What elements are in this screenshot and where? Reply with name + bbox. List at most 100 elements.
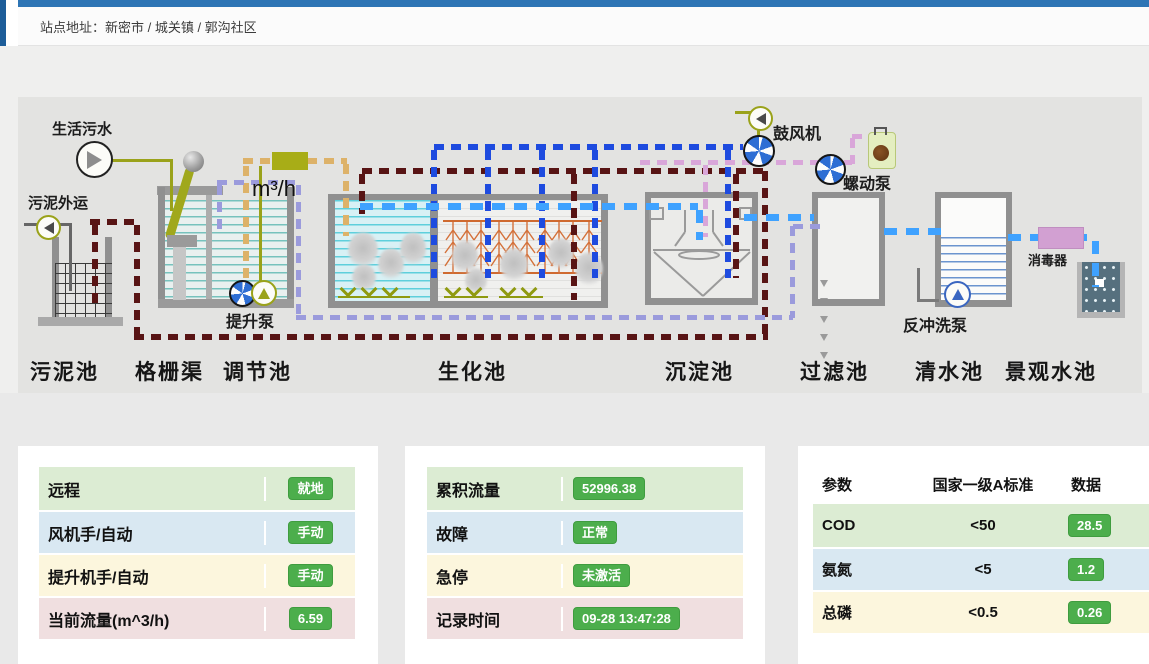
diffuser-rail [444, 296, 488, 298]
value-badge: 0.26 [1068, 601, 1111, 624]
header-strip: 站点地址：新密市 / 城关镇 / 郭沟社区 [18, 7, 1149, 46]
sludge-return-pipe [134, 334, 768, 340]
status-badge: 手动 [288, 521, 332, 544]
tank-label-grid-channel: 格栅渠 [135, 356, 204, 386]
tank-wall [645, 298, 758, 305]
recirculation-pipe [296, 185, 301, 318]
water-flow-pipe [360, 203, 698, 210]
value-badge: 28.5 [1068, 514, 1111, 537]
tank-wall [812, 299, 885, 306]
status-badge: 手动 [288, 564, 332, 587]
label-peristaltic-pump: 螺动泵 [843, 170, 891, 194]
standard-value: <5 [913, 561, 1053, 578]
row-label: 故障 [427, 521, 563, 545]
dosing-pipe [850, 138, 855, 164]
table-row: 风机手/自动 手动 [39, 510, 355, 553]
water-flow-pipe [884, 228, 942, 235]
recirculation-pipe [793, 224, 820, 229]
status-badge: 就地 [288, 477, 332, 500]
backwash-pump-icon [944, 281, 971, 308]
row-label: 当前流量(m^3/h) [39, 607, 266, 631]
row-label: 提升机手/自动 [39, 564, 266, 588]
site-address: 站点地址：新密市 / 城关镇 / 郭沟社区 [40, 17, 257, 36]
label-sewage: 生活污水 [52, 118, 112, 139]
label-blower: 鼓风机 [773, 120, 821, 144]
tank-label-sludge: 污泥池 [30, 356, 99, 386]
disinfector-box [1038, 227, 1084, 249]
status-badge: 正常 [573, 521, 617, 544]
screen-drive-ball [183, 151, 204, 172]
tank-cap [157, 186, 223, 195]
recirculation-pipe [790, 226, 795, 318]
tank-wall [1077, 262, 1082, 316]
tank-wall [287, 187, 294, 305]
table-row: 累积流量 52996.38 [427, 467, 743, 510]
tank-base [38, 317, 123, 326]
tank-label-sedimentation: 沉淀池 [665, 356, 734, 386]
flow-unit-label: m³/h [252, 176, 296, 202]
water-flow-pipe [744, 214, 814, 221]
sludge-return-pipe [762, 171, 768, 334]
standard-value: <0.5 [913, 604, 1053, 621]
row-label: 急停 [427, 564, 563, 588]
aeration-pipe [592, 150, 598, 278]
sludge-valve-icon [36, 215, 61, 240]
status-card: 累积流量 52996.38 故障 正常 急停 未激活 记录时间 09-28 13… [405, 446, 765, 664]
tank-wall [879, 192, 885, 306]
table-row: 当前流量(m^3/h) 6.59 [39, 596, 355, 639]
sludge-return-pipe [571, 174, 577, 300]
tank-label-regulation: 调节池 [223, 356, 292, 386]
drain-line [69, 223, 72, 291]
column-header: 国家一级A标准 [913, 474, 1053, 495]
sludge-return-pipe [134, 225, 140, 337]
aeration-pipe [725, 150, 731, 278]
aeration-pipe [431, 150, 437, 278]
pump-triangle [952, 289, 964, 300]
tank-wall [601, 194, 608, 308]
dosing-pipe [703, 165, 708, 237]
nozzles [820, 278, 833, 368]
water-quality-card: 参数 国家一级A标准 数据 COD <50 28.5 氨氮 <5 1.2 总磷 … [798, 446, 1149, 664]
column-header: 参数 [813, 474, 913, 495]
peristaltic-pump-fan-icon [815, 154, 846, 185]
mixing-cloud [400, 232, 426, 266]
feed-pipe [243, 158, 275, 164]
param-name: 总磷 [813, 602, 913, 623]
tank-wall [438, 301, 608, 308]
value-badge: 6.59 [289, 607, 332, 630]
label-backwash-pump: 反冲洗泵 [903, 312, 967, 336]
table-row: 氨氮 <5 1.2 [813, 547, 1149, 590]
scada-dashboard: 站点地址：新密市 / 城关镇 / 郭沟社区 [0, 0, 1149, 664]
chemical-jar-handle [874, 127, 887, 135]
table-row: 急停 未激活 [427, 553, 743, 596]
aeration-pipe [434, 144, 743, 150]
status-badge: 未激活 [573, 564, 630, 587]
label-sludge-out: 污泥外运 [28, 192, 88, 213]
mixing-cloud [500, 248, 528, 282]
timestamp-badge: 09-28 13:47:28 [573, 607, 680, 630]
lift-pump-icon [251, 280, 277, 306]
flow-meter-box [272, 152, 308, 170]
valve-triangle [756, 113, 766, 125]
screen-column [173, 247, 186, 300]
table-row: 总磷 <0.5 0.26 [813, 590, 1149, 633]
table-row: COD <50 28.5 [813, 504, 1149, 547]
table-row: 提升机手/自动 手动 [39, 553, 355, 596]
tank-label-landscape: 景观水池 [1005, 356, 1097, 386]
tank-divider [206, 195, 212, 305]
diffuser-rail [338, 296, 410, 298]
tank-label-bio: 生化池 [438, 356, 507, 386]
diffusers [342, 283, 405, 295]
table-row: 故障 正常 [427, 510, 743, 553]
aeration-pipe [539, 150, 545, 278]
screen-support [167, 235, 197, 247]
tank-wall [328, 194, 335, 308]
tank-label-clear-water: 清水池 [915, 356, 984, 386]
blower-fan-icon [743, 135, 775, 167]
interior [1082, 262, 1120, 312]
sludge-return-pipe [92, 225, 98, 307]
recirculation-pipe [296, 315, 793, 320]
aeration-pipe [485, 150, 491, 278]
tank-wall [328, 301, 437, 308]
diffusers [502, 283, 544, 295]
